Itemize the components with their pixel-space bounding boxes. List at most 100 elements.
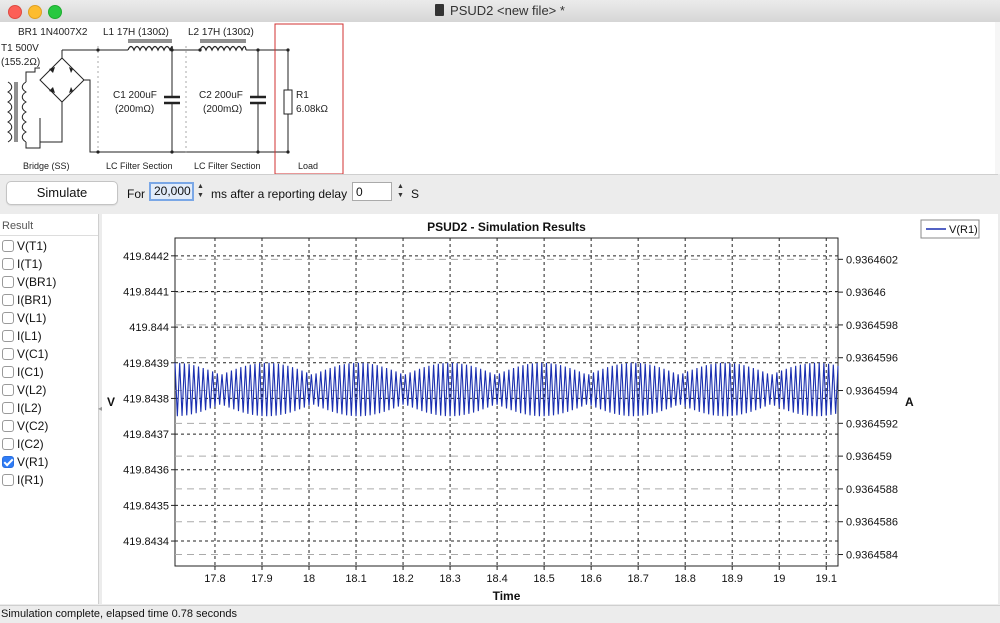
result-checkbox[interactable] <box>2 258 14 270</box>
y-tick-label: 419.8434 <box>123 536 169 548</box>
chart-panel: PSUD2 - Simulation Results 0.9364602 0.936… <box>102 214 998 604</box>
t1-label: T1 500V <box>1 43 39 54</box>
result-item[interactable]: I(BR1) <box>2 291 92 309</box>
result-item[interactable]: V(L2) <box>2 381 92 399</box>
result-checkbox[interactable] <box>2 330 14 342</box>
result-item[interactable]: I(C2) <box>2 435 92 453</box>
simulate-button[interactable]: Simulate <box>6 181 118 205</box>
simulation-toolbar: Simulate For 20,000 ▲ ▼ ms after a report… <box>0 176 1000 212</box>
result-checkbox[interactable] <box>2 456 14 468</box>
x-tick-label: 18.3 <box>439 573 460 585</box>
y2-tick-label: 0.9364598 <box>846 320 898 332</box>
result-label: V(C1) <box>17 347 49 361</box>
section-lc-filter-2[interactable]: LC Filter Section <box>194 161 261 171</box>
x-tick-label: 17.8 <box>204 573 225 585</box>
c1-resistance: (200mΩ) <box>115 104 155 115</box>
y-tick-label: 419.8438 <box>123 393 169 405</box>
for-label: For <box>127 187 145 201</box>
delay-stepper[interactable]: ▲ ▼ <box>396 182 405 201</box>
y2-tick-label: 0.9364586 <box>846 517 898 529</box>
y-tick-label: 419.8435 <box>123 500 169 512</box>
x-tick-label: 18 <box>303 573 315 585</box>
result-item[interactable]: V(C2) <box>2 417 92 435</box>
legend-label: V(R1) <box>949 224 978 236</box>
c2-label: C2 200uF <box>199 90 243 101</box>
result-item[interactable]: I(R1) <box>2 471 92 489</box>
y2-tick-label: 0.9364596 <box>846 353 898 365</box>
y2-tick-label: 0.9364602 <box>846 254 898 266</box>
result-checkbox[interactable] <box>2 474 14 486</box>
result-item[interactable]: V(R1) <box>2 453 92 471</box>
result-checkbox[interactable] <box>2 384 14 396</box>
result-item[interactable]: I(C1) <box>2 363 92 381</box>
chart-title: PSUD2 - Simulation Results <box>427 220 586 234</box>
x-axis-label: Time <box>493 589 521 603</box>
y2-tick-label: 0.9364588 <box>846 484 898 496</box>
result-checkbox[interactable] <box>2 420 14 432</box>
y2-tick-label: 0.93646 <box>846 287 886 299</box>
y-tick-label: 419.8442 <box>123 251 169 263</box>
x-tick-label: 17.9 <box>251 573 272 585</box>
result-item[interactable]: V(T1) <box>2 237 92 255</box>
result-item[interactable]: I(L1) <box>2 327 92 345</box>
delay-input[interactable]: 0 <box>352 182 392 201</box>
y2-tick-label: 0.9364594 <box>846 386 898 398</box>
result-item[interactable]: V(C1) <box>2 345 92 363</box>
result-label: I(C2) <box>17 437 44 451</box>
result-checkbox[interactable] <box>2 312 14 324</box>
result-checkbox[interactable] <box>2 348 14 360</box>
y-tick-label: 419.8441 <box>123 286 169 298</box>
c2-resistance: (200mΩ) <box>203 104 243 115</box>
simulation-chart: PSUD2 - Simulation Results 0.9364602 0.936… <box>107 219 980 603</box>
result-label: V(C2) <box>17 419 49 433</box>
result-item[interactable]: I(T1) <box>2 255 92 273</box>
schematic-area: BR1 1N4007X2 T1 500V (155.2Ω) L1 17H (13… <box>0 22 998 175</box>
section-load[interactable]: Load <box>298 161 318 171</box>
title-bar: PSUD2 <new file> * <box>0 0 1000 23</box>
result-label: V(T1) <box>17 239 47 253</box>
l2-label: L2 17H (130Ω) <box>188 27 254 38</box>
c1-label: C1 200uF <box>113 90 157 101</box>
results-panel: Result V(T1) I(T1) V(BR1) I(BR1) V(L1) I(L1) V… <box>0 214 99 604</box>
result-checkbox[interactable] <box>2 294 14 306</box>
t1-resistance: (155.2Ω) <box>1 57 41 68</box>
result-item[interactable]: V(L1) <box>2 309 92 327</box>
result-item[interactable]: I(L2) <box>2 399 92 417</box>
br1-label: BR1 1N4007X2 <box>18 27 88 38</box>
y2-tick-label: 0.9364584 <box>846 550 898 562</box>
y-tick-label: 419.8436 <box>123 465 169 477</box>
result-label: V(L2) <box>17 383 47 397</box>
duration-input[interactable]: 20,000 <box>149 182 194 201</box>
section-bridge[interactable]: Bridge (SS) <box>23 161 70 171</box>
result-label: I(R1) <box>17 473 44 487</box>
schematic-scrollbar[interactable] <box>995 22 1000 174</box>
x-tick-label: 18.5 <box>533 573 554 585</box>
result-checkbox[interactable] <box>2 276 14 288</box>
x-tick-label: 18.9 <box>721 573 742 585</box>
result-label: I(C1) <box>17 365 44 379</box>
x-tick-label: 19 <box>773 573 785 585</box>
result-checkbox[interactable] <box>2 438 14 450</box>
y2-tick-label: 0.9364592 <box>846 418 898 430</box>
section-lc-filter-1[interactable]: LC Filter Section <box>106 161 173 171</box>
window-title: PSUD2 <new file> * <box>0 3 1000 18</box>
x-tick-label: 18.4 <box>486 573 507 585</box>
x-tick-label: 18.7 <box>627 573 648 585</box>
result-label: V(BR1) <box>17 275 57 289</box>
status-text: Simulation complete, elapsed time 0.78 s… <box>1 608 238 620</box>
result-checkbox[interactable] <box>2 402 14 414</box>
result-label: I(L1) <box>17 329 42 343</box>
duration-stepper[interactable]: ▲ ▼ <box>196 182 205 201</box>
y-tick-label: 419.8437 <box>123 429 169 441</box>
y-axis-label: V <box>107 395 115 409</box>
result-item[interactable]: V(BR1) <box>2 273 92 291</box>
x-tick-label: 18.2 <box>392 573 413 585</box>
status-bar: Simulation complete, elapsed time 0.78 s… <box>0 605 1000 623</box>
x-tick-label: 19.1 <box>816 573 837 585</box>
delay-unit-label: S <box>411 187 420 201</box>
result-label: I(BR1) <box>17 293 52 307</box>
result-checkbox[interactable] <box>2 366 14 378</box>
result-checkbox[interactable] <box>2 240 14 252</box>
result-label: V(R1) <box>17 455 49 469</box>
y-tick-label: 419.844 <box>129 322 169 334</box>
